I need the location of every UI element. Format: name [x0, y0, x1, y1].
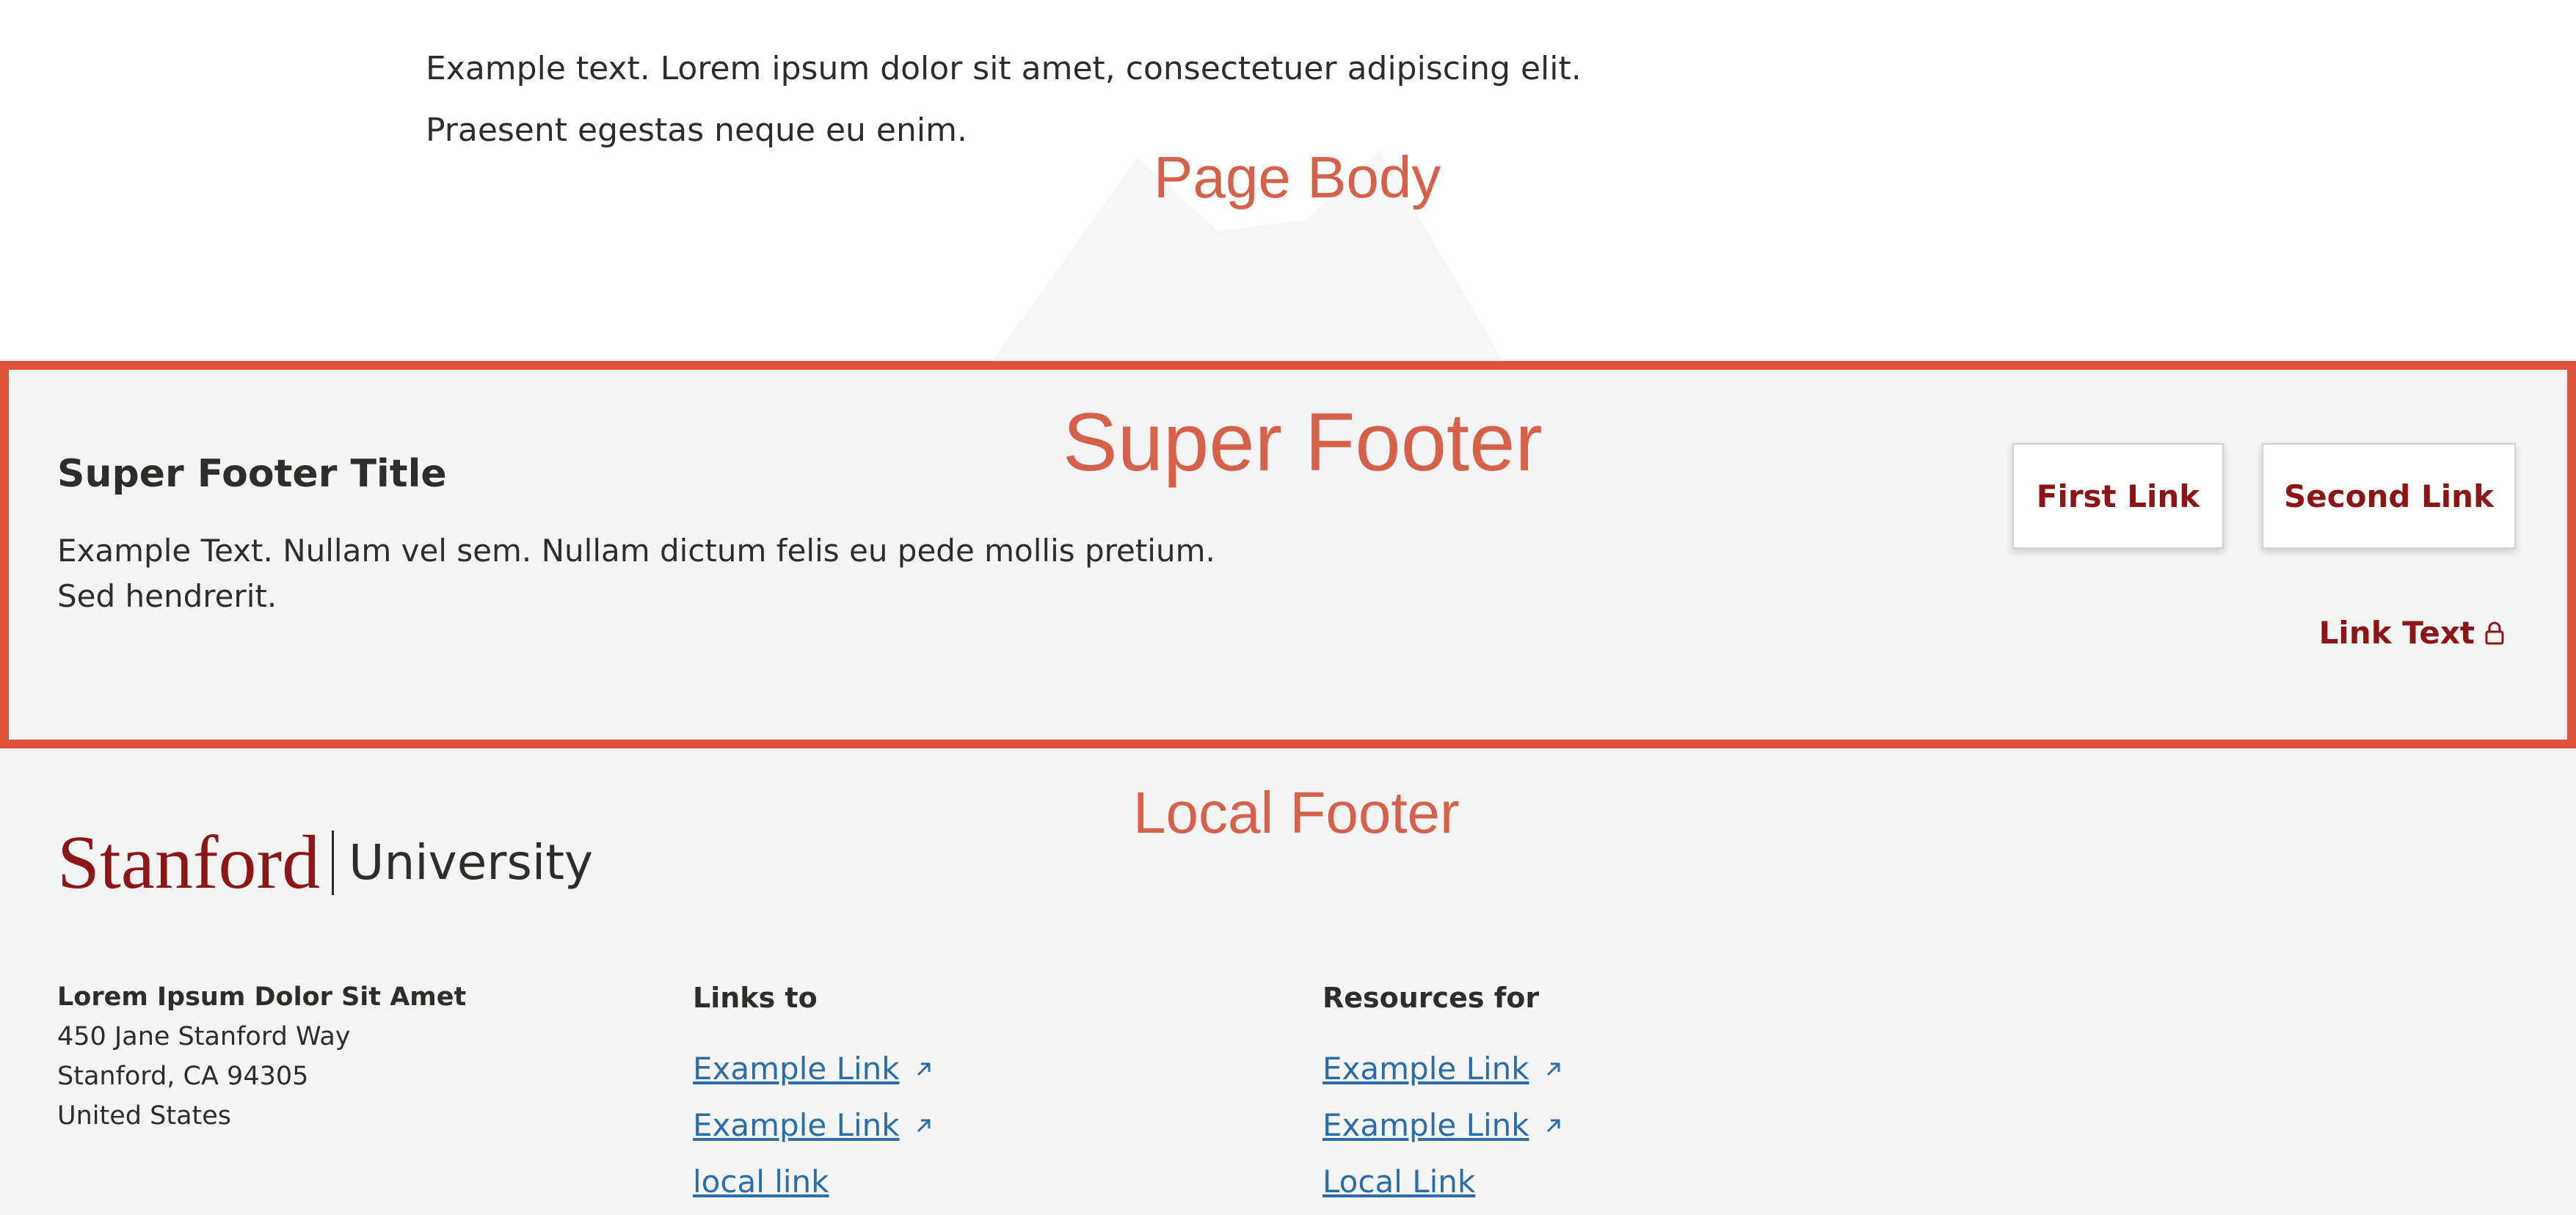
address-name: Lorem Ipsum Dolor Sit Amet [57, 982, 467, 1012]
local-footer: Local Footer Stanford University Lorem I… [0, 748, 2576, 1215]
resources-for-heading: Resources for [1322, 982, 1540, 1014]
link-label: Local Link [1322, 1164, 1476, 1200]
resources-for-column: Resources for Example Link Example Link … [1322, 977, 1565, 1210]
super-footer-text: Example Text. Nullam vel sem. Nullam dic… [57, 533, 1215, 614]
page-body-annotation: Page Body [1154, 145, 1441, 210]
link-label: Example Link [693, 1107, 900, 1143]
links-to-link-3[interactable]: local link [693, 1153, 935, 1210]
logo-university-wordmark: University [349, 834, 594, 891]
links-to-link-2[interactable]: Example Link [693, 1097, 935, 1153]
link-label: Example Link [1322, 1107, 1529, 1143]
logo-divider [332, 831, 335, 895]
page-body-text: Example text. Lorem ipsum dolor sit amet… [426, 50, 1582, 149]
links-to-heading: Links to [693, 982, 818, 1014]
super-footer: Super Footer Super Footer Title Example … [0, 361, 2576, 748]
lock-icon [2485, 621, 2504, 644]
local-footer-annotation: Local Footer [1133, 780, 1460, 845]
external-link-icon [917, 1062, 931, 1076]
address-country: United States [57, 1101, 232, 1131]
links-to-column: Links to Example Link Example Link local… [693, 977, 935, 1210]
logo-stanford-wordmark: Stanford [57, 820, 321, 905]
address-street: 450 Jane Stanford Way [57, 1022, 351, 1051]
address-city: Stanford, CA 94305 [57, 1062, 309, 1091]
external-link-icon [1546, 1119, 1560, 1132]
link-label: Example Link [1322, 1051, 1529, 1087]
first-link-button[interactable]: First Link [2012, 443, 2224, 549]
external-link-icon [1546, 1062, 1560, 1076]
link-label: local link [693, 1164, 829, 1200]
second-link-button[interactable]: Second Link [2262, 443, 2516, 549]
address-block: Lorem Ipsum Dolor Sit Amet 450 Jane Stan… [57, 977, 466, 1136]
super-footer-title: Super Footer Title [57, 452, 447, 496]
stanford-logo[interactable]: Stanford University [57, 825, 593, 901]
link-text-link[interactable]: Link Text [2319, 615, 2504, 651]
link-text-label: Link Text [2318, 615, 2475, 651]
resources-for-link-1[interactable]: Example Link [1322, 1040, 1565, 1097]
resources-for-link-3[interactable]: Local Link [1322, 1153, 1565, 1210]
links-to-link-1[interactable]: Example Link [693, 1040, 935, 1097]
resources-for-link-2[interactable]: Example Link [1322, 1097, 1565, 1153]
super-footer-annotation: Super Footer [1063, 396, 1543, 488]
page-body: Example text. Lorem ipsum dolor sit amet… [0, 0, 2576, 361]
external-link-icon [917, 1119, 931, 1132]
link-label: Example Link [693, 1051, 900, 1087]
